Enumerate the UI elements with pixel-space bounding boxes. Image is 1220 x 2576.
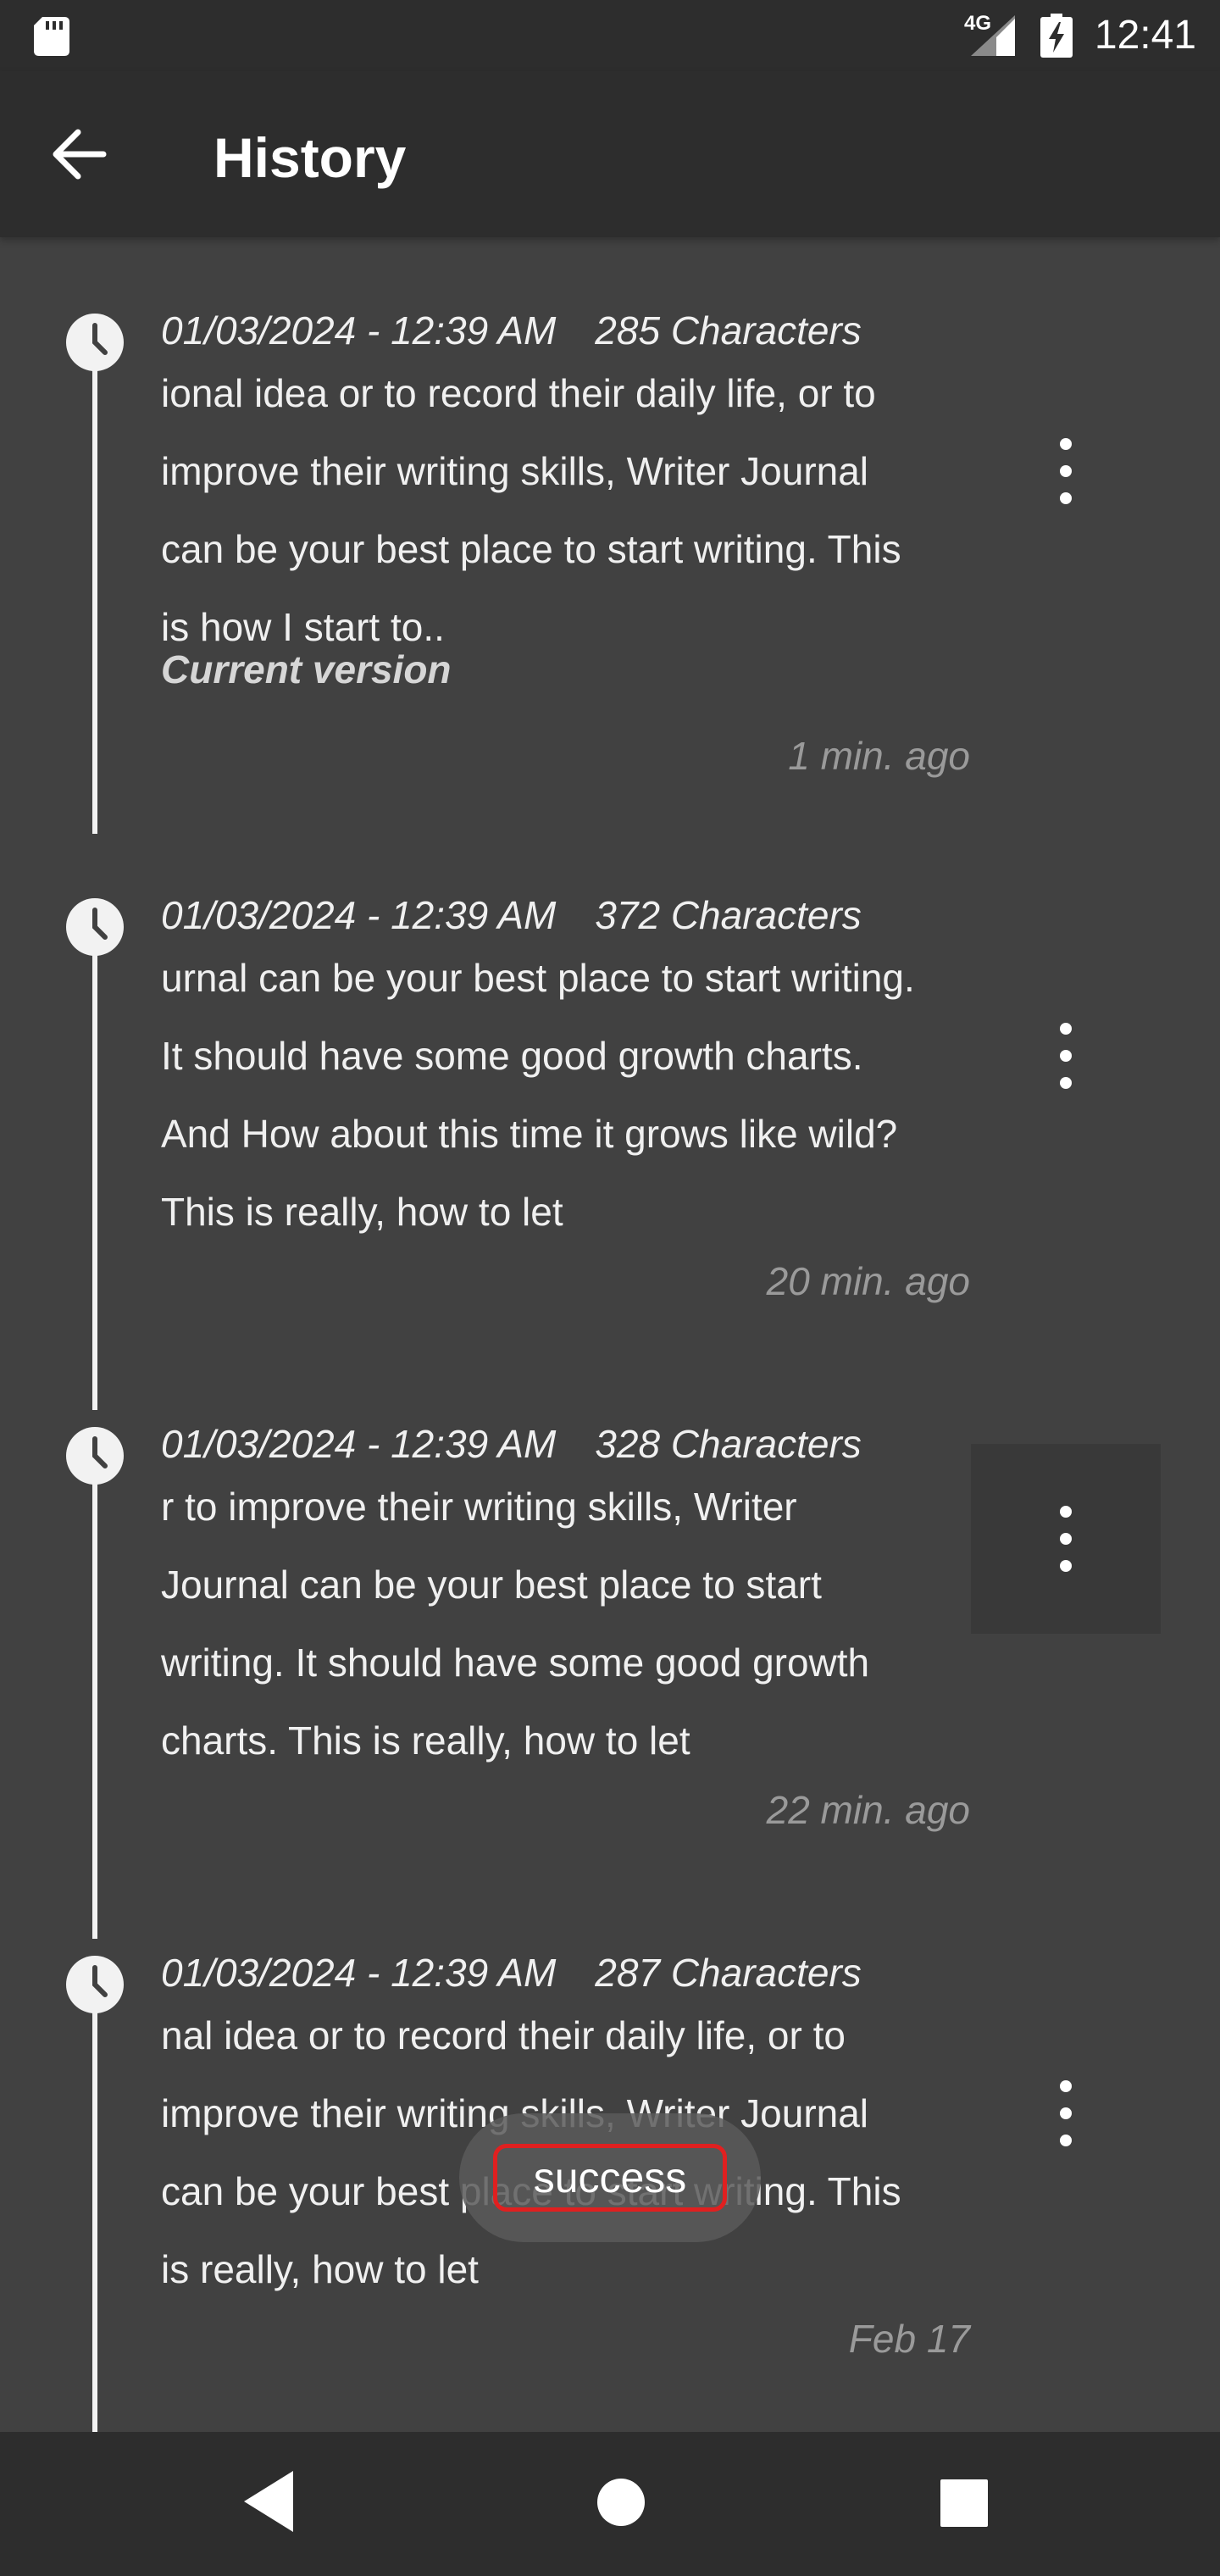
entry-char-count: 285 Characters: [595, 308, 862, 353]
timeline-line: [92, 339, 97, 834]
entry-header: 01/03/2024 - 12:39 AM 287 Characters: [161, 1949, 862, 1996]
app-bar: History: [0, 71, 1220, 237]
history-entry[interactable]: 01/03/2024 - 12:39 AM 328 Characters r to…: [0, 1418, 1220, 1947]
clock-icon: [66, 898, 124, 956]
status-bar: 4G 12:41: [0, 0, 1220, 71]
timeline-line: [92, 1452, 97, 1939]
status-clock: 12:41: [1094, 13, 1196, 58]
nav-back-icon[interactable]: [239, 2468, 298, 2535]
more-vert-icon: [1060, 2080, 1072, 2146]
clock-icon: [66, 314, 124, 371]
entry-text: urnal can be your best place to start wr…: [161, 956, 915, 1234]
current-version-label: Current version: [161, 647, 452, 691]
history-entry[interactable]: 01/03/2024 - 12:39 AM 372 Characters urna…: [0, 890, 1220, 1418]
entry-time: 20 min. ago: [766, 1259, 970, 1303]
entry-text: ional idea or to record their daily life…: [161, 371, 901, 649]
entry-header: 01/03/2024 - 12:39 AM 328 Characters: [161, 1420, 862, 1468]
timeline-line: [92, 924, 97, 1410]
clock-icon: [66, 1427, 124, 1485]
entry-date: 01/03/2024 - 12:39 AM: [161, 1951, 557, 1995]
entry-char-count: 372 Characters: [595, 893, 862, 937]
entry-more-button[interactable]: [971, 961, 1161, 1151]
sd-card-icon: [34, 17, 69, 56]
entry-more-button[interactable]: [971, 2018, 1161, 2208]
back-button[interactable]: [39, 114, 120, 195]
entry-time: 22 min. ago: [766, 1788, 970, 1832]
toast-message: success: [493, 2144, 727, 2212]
toast: success: [459, 2113, 761, 2242]
more-vert-icon: [1060, 438, 1072, 504]
entry-time: Feb 17: [848, 2317, 970, 2361]
arrow-back-icon: [53, 129, 107, 180]
entry-char-count: 328 Characters: [595, 1422, 862, 1466]
history-entry[interactable]: 01/03/2024 - 12:39 AM 285 Characters iona…: [0, 305, 1220, 834]
signal-icon: [971, 15, 1015, 56]
entry-date: 01/03/2024 - 12:39 AM: [161, 893, 557, 937]
history-list[interactable]: 01/03/2024 - 12:39 AM 285 Characters iona…: [0, 237, 1220, 2432]
entry-text: r to improve their writing skills, Write…: [161, 1485, 870, 1763]
entry-header: 01/03/2024 - 12:39 AM 285 Characters: [161, 307, 862, 354]
nav-recents-icon[interactable]: [930, 2469, 998, 2537]
more-vert-icon: [1060, 1023, 1072, 1089]
timeline-line: [92, 1981, 97, 2432]
more-vert-icon: [1060, 1506, 1072, 1572]
entry-more-button[interactable]: [971, 1444, 1161, 1634]
page-title: History: [214, 126, 407, 189]
entry-header: 01/03/2024 - 12:39 AM 372 Characters: [161, 891, 862, 939]
battery-charging-icon: [1040, 14, 1073, 58]
nav-home-icon[interactable]: [585, 2466, 657, 2539]
entry-date: 01/03/2024 - 12:39 AM: [161, 1422, 557, 1466]
entry-more-button[interactable]: [971, 376, 1161, 566]
navigation-bar: [0, 2432, 1220, 2576]
entry-date: 01/03/2024 - 12:39 AM: [161, 308, 557, 353]
entry-time: 1 min. ago: [788, 734, 970, 778]
clock-icon: [66, 1956, 124, 2013]
entry-char-count: 287 Characters: [595, 1951, 862, 1995]
